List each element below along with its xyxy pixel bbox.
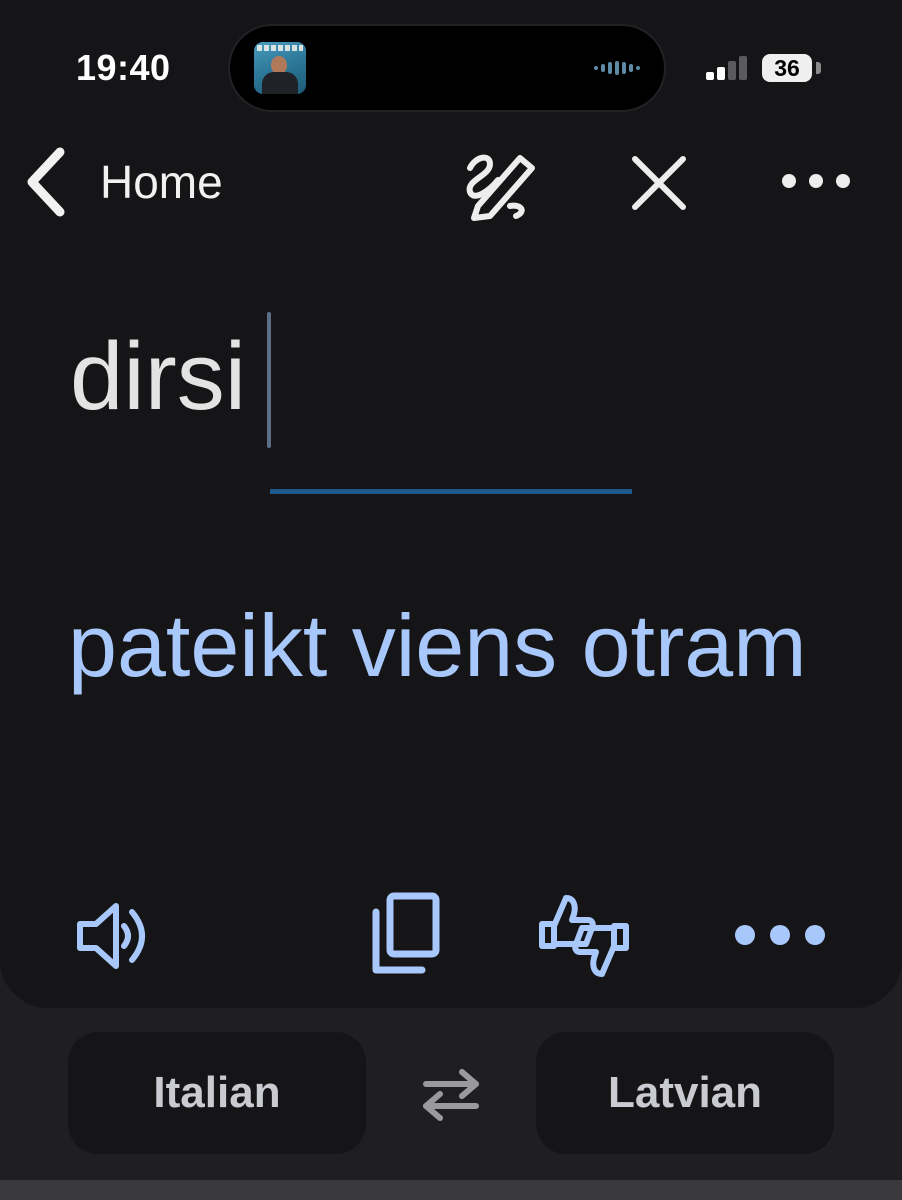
- battery-level: 36: [762, 54, 812, 82]
- bottom-sheet-edge: [0, 1180, 902, 1200]
- handwriting-icon[interactable]: [460, 146, 540, 222]
- swap-arrows-icon[interactable]: [414, 1066, 488, 1124]
- close-icon[interactable]: [630, 154, 688, 212]
- copy-icon[interactable]: [366, 890, 444, 978]
- source-text-input[interactable]: dirsi: [70, 300, 830, 460]
- chevron-left-icon: [27, 147, 65, 217]
- text-cursor: [267, 312, 271, 448]
- translation-text: pateikt viens otram: [68, 596, 807, 695]
- status-time: 19:40: [76, 47, 171, 88]
- dynamic-island[interactable]: [230, 26, 664, 110]
- artwork-title-lettering: [257, 45, 303, 51]
- speaker-icon[interactable]: [74, 898, 154, 974]
- back-button[interactable]: Home: [22, 140, 223, 224]
- source-text: dirsi: [70, 323, 247, 430]
- feedback-icon[interactable]: [534, 888, 634, 984]
- audio-waveform-icon: [594, 61, 640, 75]
- source-underline: [270, 489, 632, 494]
- status-bar: 19:40 36: [0, 0, 902, 130]
- back-label: Home: [100, 156, 223, 208]
- more-horizontal-icon[interactable]: [732, 922, 828, 948]
- now-playing-artwork[interactable]: [254, 42, 306, 94]
- more-horizontal-icon[interactable]: [780, 170, 852, 192]
- cellular-signal-icon: [706, 56, 747, 80]
- source-language-button[interactable]: Italian: [68, 1032, 366, 1154]
- target-language-button[interactable]: Latvian: [536, 1032, 834, 1154]
- translation-card: 19:40 36 Home dirsi pateikt viens otram: [0, 0, 902, 1008]
- battery-tip: [816, 62, 821, 74]
